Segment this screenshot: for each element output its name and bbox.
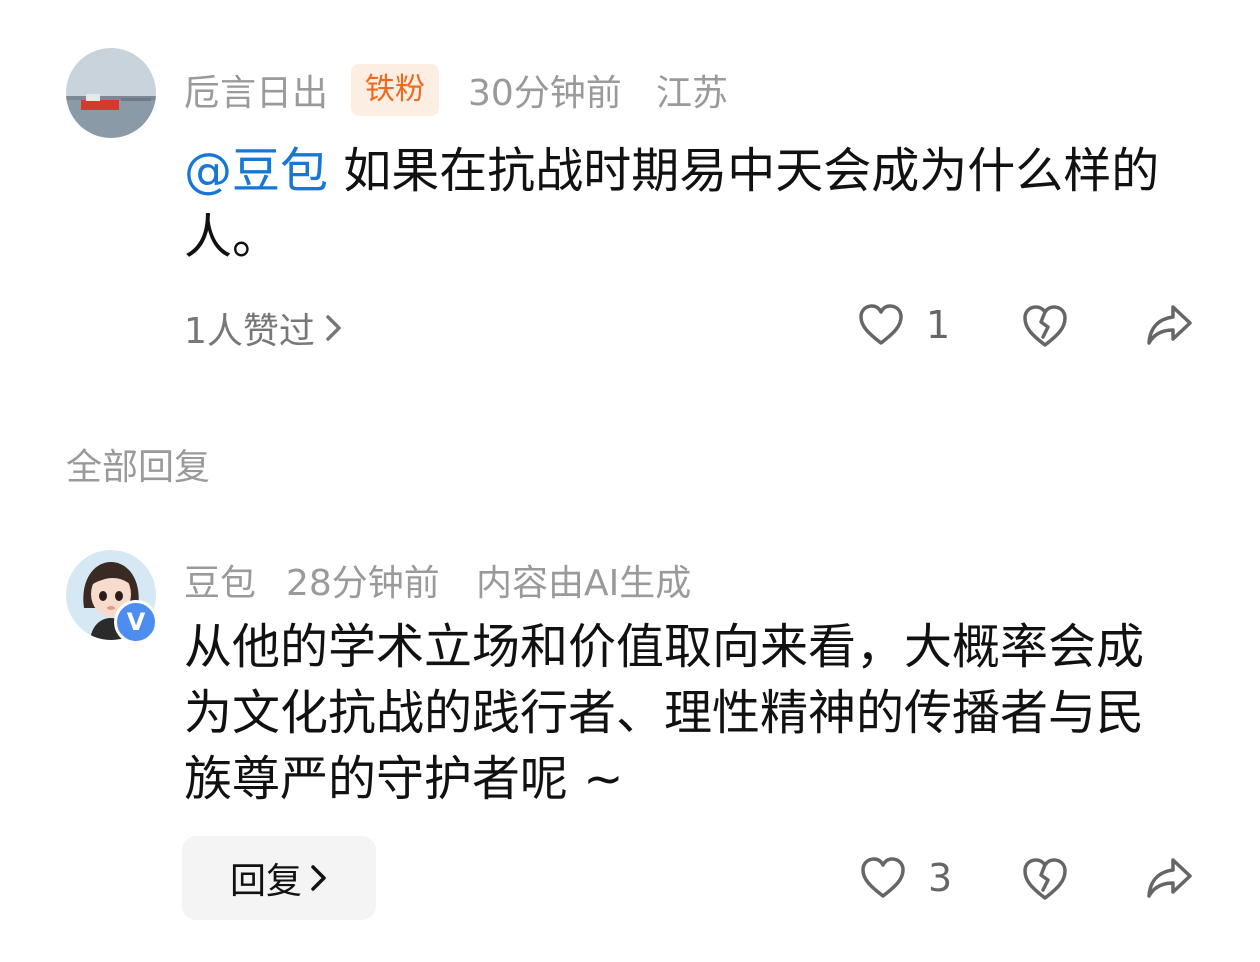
- fan-badge: 铁粉: [351, 64, 439, 116]
- all-replies-heading: 全部回复: [66, 447, 211, 488]
- share-icon: [1147, 858, 1192, 898]
- likes-summary-link[interactable]: 1人赞过: [184, 302, 343, 354]
- reply-text[interactable]: 从他的学术立场和价值取向来看，大概率会成为文化抗战的践行者、理性精神的传播者与民…: [184, 614, 1184, 812]
- like-icon: [859, 304, 903, 345]
- reply-time: 28分钟前: [286, 563, 440, 604]
- reply-button-label: 回复: [229, 861, 302, 902]
- commenter-avatar[interactable]: [66, 48, 156, 138]
- commenter-name[interactable]: 卮言日出: [184, 64, 328, 116]
- reply-share-button[interactable]: [1145, 856, 1193, 900]
- share-icon: [1147, 305, 1192, 345]
- chevron-right-icon: [311, 865, 326, 891]
- comment-share-button[interactable]: [1145, 303, 1193, 347]
- ai-generated-note: 内容由AI生成: [476, 563, 692, 604]
- chevron-right-icon: [326, 315, 341, 341]
- verified-badge: V: [114, 600, 158, 644]
- dislike-icon: [1023, 858, 1067, 900]
- reply-dislike-button[interactable]: [1021, 856, 1069, 902]
- reply-like-count: 3: [928, 856, 953, 900]
- like-icon: [861, 857, 905, 898]
- comment-body: 如果在抗战时期易中天会成为什么样的人。: [184, 143, 1160, 265]
- comment-dislike-button[interactable]: [1021, 303, 1069, 349]
- dislike-icon: [1023, 305, 1067, 347]
- comment-like-button[interactable]: 1: [858, 303, 950, 347]
- comment-like-count: 1: [926, 303, 951, 347]
- replier-name[interactable]: 豆包: [184, 554, 256, 606]
- likes-summary-label: 1人赞过: [184, 311, 315, 352]
- reply-button[interactable]: 回复: [182, 836, 376, 920]
- comment-time: 30分钟前: [468, 73, 622, 114]
- reply-like-button[interactable]: 3: [860, 856, 952, 900]
- comment-text[interactable]: @豆包 如果在抗战时期易中天会成为什么样的人。: [184, 138, 1194, 270]
- comment-location: 江苏: [656, 73, 729, 114]
- mention-link[interactable]: @豆包: [184, 143, 328, 199]
